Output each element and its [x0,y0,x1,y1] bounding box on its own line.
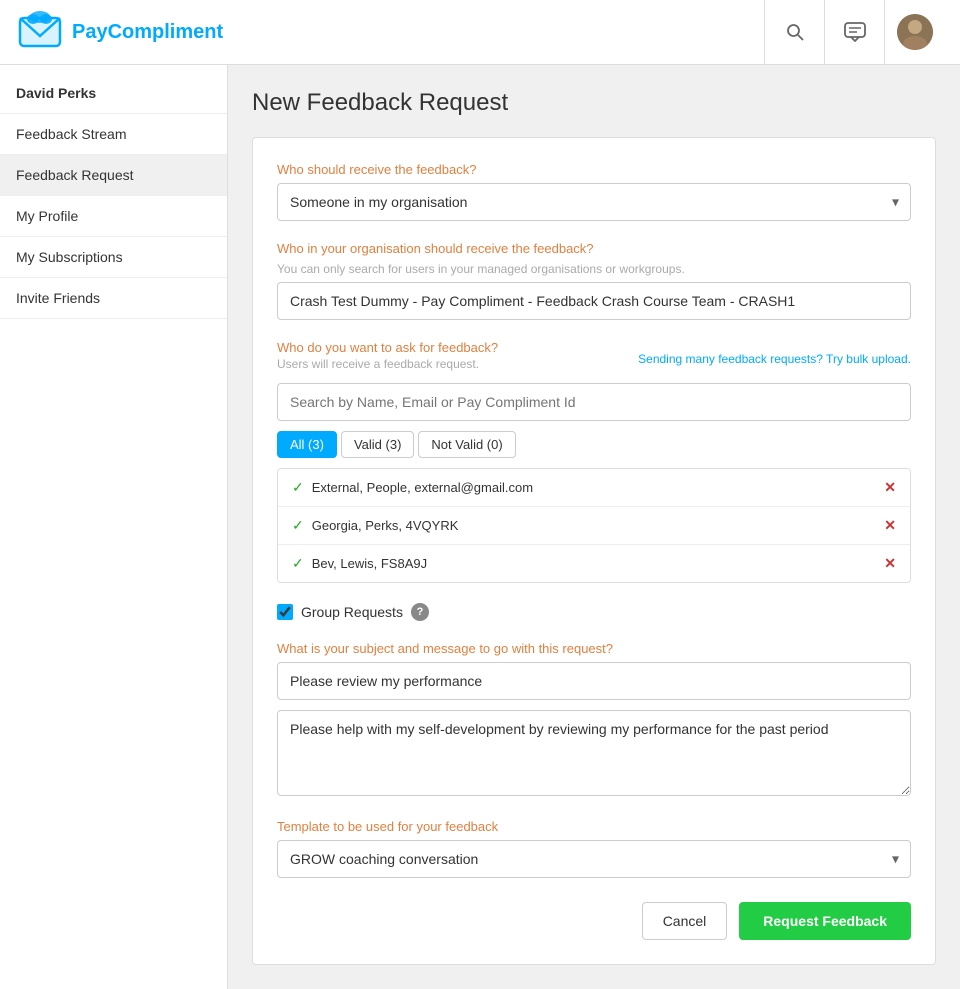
recipient-name-2: Georgia, Perks, 4VQYRK [312,518,885,533]
chat-icon [844,22,866,42]
template-select-wrapper: GROW coaching conversation Standard feed… [277,840,911,878]
check-icon-2: ✓ [292,517,304,534]
logo-text: PayCompliment [72,21,223,44]
form-actions: Cancel Request Feedback [277,902,911,940]
ask-header-row: Who do you want to ask for feedback? Use… [277,340,911,377]
section-template: Template to be used for your feedback GR… [277,819,911,878]
search-input[interactable] [277,383,911,421]
bulk-upload-link[interactable]: Sending many feedback requests? Try bulk… [638,352,911,366]
check-icon-3: ✓ [292,555,304,572]
filter-tabs: All (3) Valid (3) Not Valid (0) [277,431,911,458]
page-title: New Feedback Request [252,89,936,117]
tab-all[interactable]: All (3) [277,431,337,458]
form-card: Who should receive the feedback? Someone… [252,137,936,965]
logo-area: PayCompliment [16,8,764,56]
template-select[interactable]: GROW coaching conversation Standard feed… [277,840,911,878]
search-icon [785,22,805,42]
org-input[interactable] [277,282,911,320]
recipient-row: ✓ External, People, external@gmail.com ✕ [278,469,910,507]
recipient-name-3: Bev, Lewis, FS8A9J [312,556,885,571]
sidebar-item-feedback-stream[interactable]: Feedback Stream [0,114,227,155]
sidebar-item-my-subscriptions[interactable]: My Subscriptions [0,237,227,278]
org-sublabel: You can only search for users in your ma… [277,262,911,276]
recipient-list: ✓ External, People, external@gmail.com ✕… [277,468,911,583]
logo-pay: Pay [72,21,108,43]
group-requests-checkbox[interactable] [277,604,293,620]
sidebar-user: David Perks [0,73,227,114]
message-label: What is your subject and message to go w… [277,641,911,656]
logo-icon [16,8,64,56]
recipient-row: ✓ Bev, Lewis, FS8A9J ✕ [278,545,910,582]
check-icon-1: ✓ [292,479,304,496]
user-avatar-button[interactable] [884,0,944,65]
section-who-receive: Who should receive the feedback? Someone… [277,162,911,221]
sidebar-item-feedback-request[interactable]: Feedback Request [0,155,227,196]
group-requests-label: Group Requests [301,604,403,620]
tab-valid[interactable]: Valid (3) [341,431,414,458]
remove-button-3[interactable]: ✕ [884,555,896,572]
remove-button-2[interactable]: ✕ [884,517,896,534]
section-ask: Who do you want to ask for feedback? Use… [277,340,911,583]
header: PayCompliment [0,0,960,65]
message-textarea[interactable]: Please help with my self-development by … [277,710,911,796]
who-receive-label: Who should receive the feedback? [277,162,911,177]
section-message: What is your subject and message to go w… [277,641,911,799]
tab-not-valid[interactable]: Not Valid (0) [418,431,515,458]
who-receive-select[interactable]: Someone in my organisation Me [277,183,911,221]
search-button[interactable] [764,0,824,65]
sidebar: David Perks Feedback Stream Feedback Req… [0,65,228,989]
section-org: Who in your organisation should receive … [277,241,911,320]
help-icon[interactable]: ? [411,603,429,621]
recipient-name-1: External, People, external@gmail.com [312,480,885,495]
request-feedback-button[interactable]: Request Feedback [739,902,911,940]
layout: David Perks Feedback Stream Feedback Req… [0,65,960,989]
sidebar-item-invite-friends[interactable]: Invite Friends [0,278,227,319]
subject-input[interactable] [277,662,911,700]
ask-sublabel: Users will receive a feedback request. [277,357,498,371]
avatar [897,14,933,50]
recipient-row: ✓ Georgia, Perks, 4VQYRK ✕ [278,507,910,545]
who-receive-select-wrapper: Someone in my organisation Me [277,183,911,221]
ask-label: Who do you want to ask for feedback? [277,340,498,355]
group-requests-row: Group Requests ? [277,603,911,621]
cancel-button[interactable]: Cancel [642,902,728,940]
sidebar-item-my-profile[interactable]: My Profile [0,196,227,237]
messages-button[interactable] [824,0,884,65]
template-label: Template to be used for your feedback [277,819,911,834]
header-actions [764,0,944,65]
main-content: New Feedback Request Who should receive … [228,65,960,989]
org-label: Who in your organisation should receive … [277,241,911,256]
remove-button-1[interactable]: ✕ [884,479,896,496]
logo-compliment: Compliment [108,21,224,43]
